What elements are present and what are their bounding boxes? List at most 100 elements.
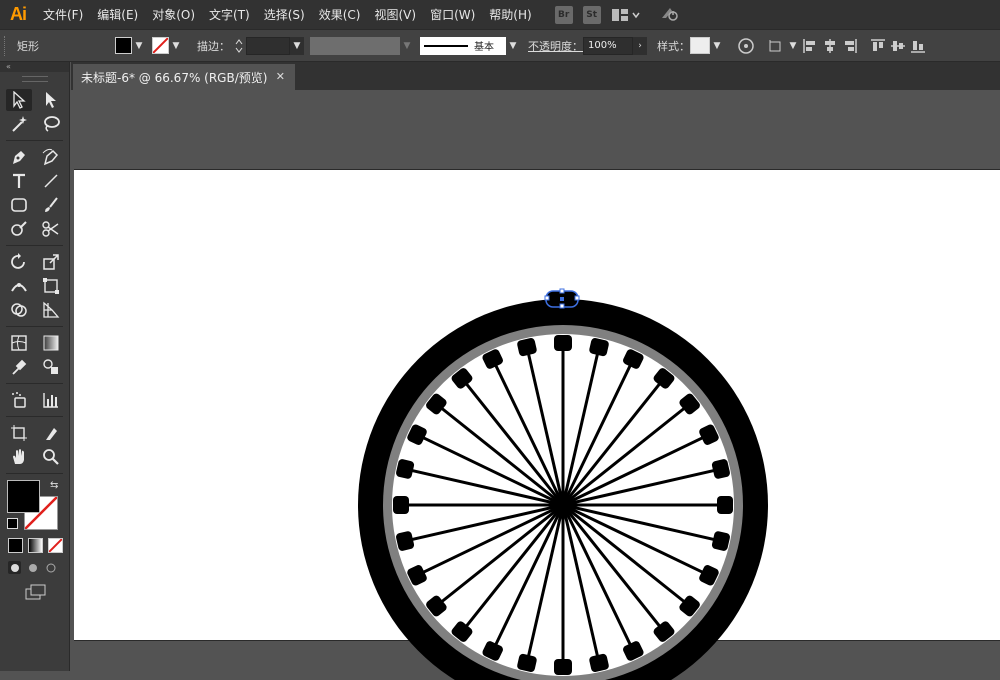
shaper-tool-icon[interactable] (6, 218, 32, 240)
symbol-sprayer-tool-icon[interactable] (6, 389, 32, 411)
swap-colors-icon[interactable]: ⇆ (50, 480, 58, 491)
control-bar-grip[interactable] (4, 35, 9, 56)
menu-view[interactable]: 视图(V) (367, 6, 423, 23)
opacity-arrow-icon[interactable]: › (633, 36, 647, 55)
tools-panel-collapse[interactable]: « (0, 62, 69, 72)
stroke-none-swatch[interactable] (152, 37, 169, 54)
brush-dropdown-icon[interactable]: ▼ (506, 37, 520, 55)
opacity-input[interactable]: 100% (583, 36, 633, 55)
scale-tool-icon[interactable] (38, 251, 64, 273)
selected-rectangle[interactable] (544, 288, 580, 309)
menu-help[interactable]: 帮助(H) (482, 6, 538, 23)
color-mode-buttons (0, 538, 69, 553)
slice-tool-icon[interactable] (38, 422, 64, 444)
column-graph-tool-icon[interactable] (38, 389, 64, 411)
canvas-area[interactable] (71, 90, 1000, 680)
rotate-tool-icon[interactable] (6, 251, 32, 273)
graphic-style-swatch[interactable] (690, 37, 710, 54)
eyedropper-tool-icon[interactable] (6, 356, 32, 378)
spoke-nipple (554, 335, 572, 351)
spoke-nipple (717, 496, 733, 514)
object-type-label: 矩形 (17, 39, 39, 53)
stroke-weight-input[interactable] (246, 36, 290, 55)
direct-selection-tool-icon[interactable] (38, 89, 64, 111)
fill-color-box[interactable] (7, 480, 40, 513)
style-label: 样式： (657, 39, 690, 53)
artboard-tool-icon[interactable] (6, 422, 32, 444)
mesh-tool-icon[interactable] (6, 332, 32, 354)
draw-behind-icon[interactable] (26, 561, 39, 574)
fill-swatch[interactable] (115, 37, 132, 54)
app-logo: Ai (10, 4, 27, 24)
align-bottom-icon[interactable] (908, 36, 928, 56)
blend-tool-icon[interactable] (38, 356, 64, 378)
menu-file[interactable]: 文件(F) (36, 6, 90, 23)
stroke-stepper-icon[interactable] (232, 37, 246, 55)
spoke-nipple (554, 659, 572, 675)
gpu-sync-icon[interactable] (660, 4, 680, 25)
artboard[interactable] (74, 169, 1000, 680)
gradient-mode-icon[interactable] (28, 538, 43, 553)
menu-select[interactable]: 选择(S) (257, 6, 312, 23)
arrange-documents-icon[interactable] (611, 8, 640, 22)
lasso-tool-icon[interactable] (38, 113, 64, 135)
transform-icon[interactable] (766, 36, 786, 56)
brush-stroke-preview (424, 44, 468, 47)
align-vertical-center-icon[interactable] (888, 36, 908, 56)
rectangle-tool-icon[interactable] (6, 194, 32, 216)
menu-object[interactable]: 对象(O) (145, 6, 202, 23)
stroke-label: 描边： (197, 39, 230, 53)
align-left-icon[interactable] (800, 36, 820, 56)
variable-width-profile[interactable] (310, 36, 400, 55)
align-top-icon[interactable] (868, 36, 888, 56)
draw-normal-icon[interactable] (8, 561, 21, 574)
menu-window[interactable]: 窗口(W) (423, 6, 482, 23)
color-mode-icon[interactable] (8, 538, 23, 553)
none-mode-icon[interactable] (48, 538, 63, 553)
scissors-tool-icon[interactable] (38, 218, 64, 240)
default-colors-icon[interactable] (7, 518, 18, 529)
tools-panel: « ⇆ (0, 62, 70, 671)
type-tool-icon[interactable] (6, 170, 32, 192)
align-right-icon[interactable] (840, 36, 860, 56)
style-dropdown-icon[interactable]: ▼ (710, 37, 724, 55)
bicycle-wheel-artwork[interactable] (357, 268, 769, 680)
menu-effect[interactable]: 效果(C) (312, 6, 368, 23)
width-tool-icon[interactable] (6, 275, 32, 297)
line-segment-tool-icon[interactable] (38, 170, 64, 192)
menu-edit[interactable]: 编辑(E) (90, 6, 145, 23)
perspective-grid-tool-icon[interactable] (38, 299, 64, 321)
fill-stroke-widget: ⇆ (0, 478, 69, 534)
close-icon[interactable]: ✕ (276, 70, 285, 83)
spoke-nipple (393, 496, 409, 514)
menu-type[interactable]: 文字(T) (202, 6, 257, 23)
hand-tool-icon[interactable] (6, 446, 32, 468)
brush-definition-field[interactable]: 基本 (420, 36, 506, 55)
fill-dropdown-chevron-icon[interactable]: ▼ (132, 37, 146, 55)
pen-tool-icon[interactable] (6, 146, 32, 168)
stroke-dropdown-chevron-icon[interactable]: ▼ (169, 37, 183, 55)
shape-builder-tool-icon[interactable] (6, 299, 32, 321)
bridge-button[interactable]: Br (554, 5, 573, 24)
free-transform-tool-icon[interactable] (38, 275, 64, 297)
draw-inside-icon[interactable] (44, 561, 57, 574)
curvature-tool-icon[interactable] (38, 146, 64, 168)
tools-panel-grip[interactable] (21, 76, 48, 82)
document-tab[interactable]: 未标题-6* @ 66.67% (RGB/预览) ✕ (73, 64, 295, 90)
hub (552, 494, 574, 516)
stroke-weight-dropdown-icon[interactable]: ▼ (290, 36, 304, 55)
align-horizontal-center-icon[interactable] (820, 36, 840, 56)
draw-mode-buttons (0, 561, 69, 574)
stock-button[interactable]: St (582, 5, 601, 24)
zoom-tool-icon[interactable] (38, 446, 64, 468)
gradient-tool-icon[interactable] (38, 332, 64, 354)
document-tab-title: 未标题-6* @ 66.67% (RGB/预览) (81, 70, 268, 85)
screen-mode-icon[interactable] (0, 584, 69, 603)
selection-tool-icon[interactable] (6, 89, 32, 111)
paintbrush-tool-icon[interactable] (38, 194, 64, 216)
recolor-artwork-icon[interactable] (736, 36, 756, 56)
brush-label: 基本 (474, 42, 494, 53)
magic-wand-tool-icon[interactable] (6, 113, 32, 135)
transform-dropdown-icon[interactable]: ▼ (786, 37, 800, 55)
opacity-label[interactable]: 不透明度： (528, 38, 583, 54)
